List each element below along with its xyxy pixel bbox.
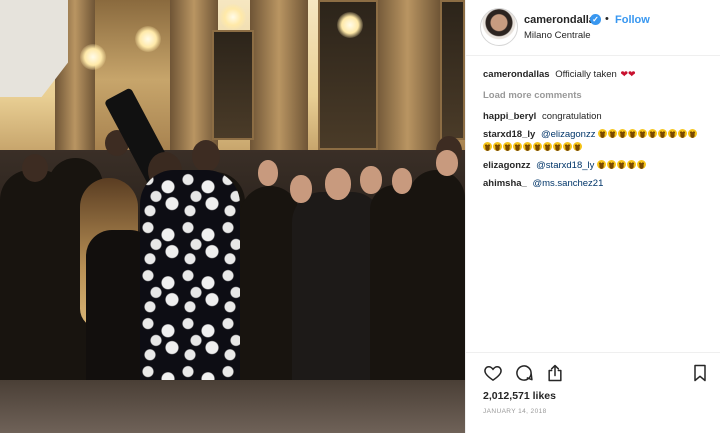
red-heart-emoji: ❤❤ bbox=[620, 69, 636, 79]
share-icon[interactable] bbox=[545, 363, 565, 383]
likes-count[interactable]: 2,012,571 likes bbox=[483, 390, 556, 402]
comment-text: congratulation bbox=[541, 111, 602, 122]
photo-lamp bbox=[80, 44, 106, 70]
comment-mention[interactable]: @elizagonzz bbox=[541, 129, 596, 140]
person-face bbox=[392, 168, 412, 194]
caption: camerondallas Officially taken ❤❤ bbox=[483, 68, 707, 81]
person-face bbox=[290, 175, 312, 203]
person-face bbox=[360, 166, 382, 194]
comment-item: starxd18_ly @elizagonzz bbox=[483, 128, 707, 154]
post-location[interactable]: Milano Centrale bbox=[524, 30, 591, 41]
person-face bbox=[436, 150, 458, 176]
photo-lamp bbox=[220, 4, 246, 30]
photo-lamp bbox=[135, 26, 161, 52]
caption-username[interactable]: camerondallas bbox=[483, 69, 550, 80]
comment-username[interactable]: starxd18_ly bbox=[483, 129, 535, 140]
person-head bbox=[192, 140, 220, 172]
follow-button[interactable]: Follow bbox=[615, 14, 650, 26]
bookmark-icon[interactable] bbox=[690, 363, 710, 383]
comment-username[interactable]: ahimsha_ bbox=[483, 178, 527, 189]
comment-item: happi_beryl congratulation bbox=[483, 110, 707, 123]
comments-section: camerondallas Officially taken ❤❤ Load m… bbox=[466, 56, 720, 352]
comment-item: ahimsha_ @ms.sanchez21 bbox=[483, 177, 707, 190]
instagram-post: camerondallas ✓ • Follow Milano Centrale… bbox=[0, 0, 720, 433]
comment-icon[interactable] bbox=[514, 363, 534, 383]
photo-floor bbox=[0, 380, 465, 433]
comment-mention[interactable]: @starxd18_ly bbox=[536, 160, 594, 171]
laughing-emoji-icon bbox=[597, 160, 647, 171]
separator-dot: • bbox=[605, 13, 609, 25]
photo-window bbox=[212, 30, 254, 140]
photo-lamp bbox=[337, 12, 363, 38]
post-actions: 2,012,571 likes JANUARY 14, 2018 bbox=[466, 352, 720, 433]
person-head bbox=[22, 154, 48, 182]
caption-text: Officially taken bbox=[555, 69, 617, 80]
comment-username[interactable]: elizagonzz bbox=[483, 160, 531, 171]
post-sidebar: camerondallas ✓ • Follow Milano Centrale… bbox=[465, 0, 720, 433]
person-face bbox=[258, 160, 278, 186]
verified-badge-icon: ✓ bbox=[590, 14, 601, 25]
post-header: camerondallas ✓ • Follow Milano Centrale bbox=[466, 0, 720, 56]
comment-mention[interactable]: @ms.sanchez21 bbox=[532, 178, 603, 189]
load-more-comments-button[interactable]: Load more comments bbox=[483, 90, 707, 101]
comment-username[interactable]: happi_beryl bbox=[483, 111, 536, 122]
person-face bbox=[325, 168, 351, 200]
heart-icon[interactable] bbox=[483, 363, 503, 383]
post-date: JANUARY 14, 2018 bbox=[483, 408, 547, 415]
photo-window bbox=[440, 0, 465, 140]
avatar[interactable] bbox=[480, 8, 518, 46]
comment-item: elizagonzz @starxd18_ly bbox=[483, 159, 707, 172]
post-photo[interactable] bbox=[0, 0, 465, 433]
